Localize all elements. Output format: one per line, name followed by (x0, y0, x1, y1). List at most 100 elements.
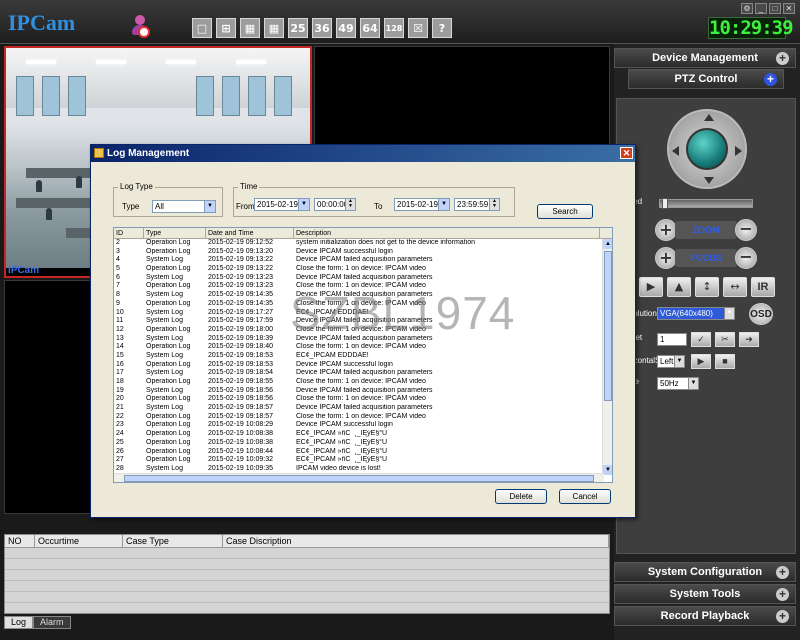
layout-64-button[interactable]: 64 (360, 18, 380, 38)
scroll-thumb[interactable] (604, 251, 612, 401)
record-playback-bar[interactable]: Record Playback + (614, 606, 796, 626)
table-row[interactable]: 24 Operation Log 2015-02-19 10:08:38 ÉĈ¢_IP… (114, 430, 612, 439)
table-row[interactable]: 25 Operation Log 2015-02-19 10:08:38 ÉĈ¢_IP… (114, 439, 612, 448)
preset-clear-icon[interactable]: ✂ (715, 332, 735, 347)
vertical-scrollbar[interactable]: ▲ ▼ (602, 239, 612, 475)
to-time-input[interactable]: 23:59:59 ▲ ▼ (454, 198, 500, 211)
layout-36-button[interactable]: 36 (312, 18, 332, 38)
table-row[interactable]: 14 Operation Log 2015-02-19 09:18:40 Close … (114, 343, 612, 352)
column-case-type[interactable]: Case Type (123, 535, 223, 547)
table-row[interactable]: 7 Operation Log 2015-02-19 09:13:23 Close t… (114, 282, 612, 291)
pan-up-icon[interactable] (704, 114, 714, 121)
table-row[interactable]: 19 System Log 2015-02-19 09:18:56 Device IP… (114, 387, 612, 396)
table-row[interactable]: 10 System Log 2015-02-19 09:17:27 ÉĈ¢_IPCAM… (114, 309, 612, 318)
table-row[interactable]: 22 Operation Log 2015-02-19 09:18:57 Close … (114, 413, 612, 422)
layout-9-button[interactable]: ▦ (240, 18, 260, 38)
ptz-center-button[interactable] (686, 128, 728, 170)
help-button[interactable]: ? (432, 18, 452, 38)
osd-button[interactable]: OSD (749, 303, 773, 325)
focus-in-button[interactable]: + (655, 247, 677, 269)
ptz-joystick[interactable] (667, 109, 747, 189)
flip-icon[interactable]: ▲ (667, 277, 691, 297)
search-button[interactable]: Search (537, 204, 593, 219)
expand-plus-icon[interactable]: + (776, 588, 789, 601)
collapse-plus-icon[interactable]: + (764, 73, 777, 86)
to-date-picker[interactable]: 2015-02-19 ▼ (394, 198, 450, 211)
spin-arrows-icon[interactable]: ▲ ▼ (345, 199, 355, 210)
table-row[interactable]: 15 System Log 2015-02-19 09:18:53 ÉĈ¢_IPCAM… (114, 352, 612, 361)
expand-plus-icon[interactable]: + (776, 566, 789, 579)
table-row[interactable]: 16 Operation Log 2015-02-19 09:18:53 Device… (114, 361, 612, 370)
speed-slider[interactable] (659, 198, 753, 209)
table-row[interactable]: 3 Operation Log 2015-02-19 09:13:20 Device … (114, 248, 612, 257)
table-row[interactable]: 8 System Log 2015-02-19 09:14:35 Device IPC… (114, 291, 612, 300)
preset-go-icon[interactable]: ➜ (739, 332, 759, 347)
table-row[interactable]: 4 System Log 2015-02-19 09:13:22 Device IPC… (114, 256, 612, 265)
expand-plus-icon[interactable]: + (776, 52, 789, 65)
mode-select[interactable]: 50Hz ▼ (657, 377, 699, 390)
layout-128-button[interactable]: 128 (384, 18, 404, 38)
cancel-button[interactable]: Cancel (559, 489, 611, 504)
device-management-bar[interactable]: Device Management + (614, 48, 796, 68)
user-logout-icon[interactable] (130, 15, 150, 38)
column-description[interactable]: Description (294, 228, 600, 238)
table-row[interactable]: 9 Operation Log 2015-02-19 09:14:35 Close t… (114, 300, 612, 309)
system-configuration-bar[interactable]: System Configuration + (614, 562, 796, 582)
expand-plus-icon[interactable]: + (776, 610, 789, 623)
minimize-icon[interactable]: _ (755, 3, 767, 14)
start-cruise-icon[interactable]: ▶ (691, 354, 711, 369)
column-no[interactable]: NO (5, 535, 35, 547)
maximize-icon[interactable]: □ (769, 3, 781, 14)
horizontal-scroll-thumb[interactable] (124, 475, 594, 482)
table-row[interactable]: 23 Operation Log 2015-02-19 10:08:29 Device… (114, 421, 612, 430)
close-icon[interactable]: ✕ (783, 3, 795, 14)
zoom-in-button[interactable]: + (655, 219, 677, 241)
table-row[interactable]: 18 Operation Log 2015-02-19 09:18:55 Close … (114, 378, 612, 387)
stop-cruise-icon[interactable]: ■ (715, 354, 735, 369)
column-case-discription[interactable]: Case Discription (223, 535, 609, 547)
resolution-select[interactable]: VGA(640x480) ▼ (657, 307, 735, 320)
table-row[interactable]: 26 Operation Log 2015-02-19 10:08:44 ÉĈ¢_IP… (114, 448, 612, 457)
ptz-control-bar[interactable]: PTZ Control + (628, 69, 784, 89)
delete-button[interactable]: Delete (495, 489, 547, 504)
layout-49-button[interactable]: 49 (336, 18, 356, 38)
spin-arrows-icon[interactable]: ▲ ▼ (489, 199, 499, 210)
table-row[interactable]: 12 Operation Log 2015-02-19 09:18:00 Close … (114, 326, 612, 335)
horizontal-scrollbar[interactable] (114, 473, 604, 482)
table-row[interactable]: 17 System Log 2015-02-19 09:18:54 Device IP… (114, 369, 612, 378)
table-row[interactable]: 11 System Log 2015-02-19 09:17:59 Device IP… (114, 317, 612, 326)
column-type[interactable]: Type (144, 228, 206, 238)
vertical-cruise-icon[interactable]: ↕ (695, 277, 719, 297)
table-row[interactable]: 21 System Log 2015-02-19 09:18:57 Device IP… (114, 404, 612, 413)
table-row[interactable]: 27 Operation Log 2015-02-19 10:09:32 ÉĈ¢_IP… (114, 456, 612, 465)
column-occurtime[interactable]: Occurtime (35, 535, 123, 547)
settings-window-icon[interactable]: ⚙ (741, 3, 753, 14)
from-time-input[interactable]: 00:00:00 ▲ ▼ (314, 198, 356, 211)
ir-button[interactable]: IR (751, 277, 775, 297)
table-row[interactable]: 20 Operation Log 2015-02-19 09:18:56 Close … (114, 395, 612, 404)
layout-25-button[interactable]: 25 (288, 18, 308, 38)
fullscreen-icon[interactable]: ☒ (408, 18, 428, 38)
scroll-up-icon[interactable]: ▲ (603, 239, 612, 249)
table-row[interactable]: 6 System Log 2015-02-19 09:13:23 Device IPC… (114, 274, 612, 283)
tab-log[interactable]: Log (4, 616, 34, 629)
layout-16-button[interactable]: ▦ (264, 18, 284, 38)
play-icon[interactable]: ▶ (639, 277, 663, 297)
system-tools-bar[interactable]: System Tools + (614, 584, 796, 604)
dialog-title-bar[interactable]: Log Management ✕ (91, 145, 635, 162)
speed-slider-thumb[interactable] (662, 198, 668, 209)
focus-out-button[interactable]: − (735, 247, 757, 269)
type-select[interactable]: All ▼ (152, 200, 216, 213)
preset-set-icon[interactable]: ✓ (691, 332, 711, 347)
tab-alarm[interactable]: Alarm (33, 616, 71, 629)
preset-input[interactable]: 1 (657, 333, 687, 346)
column-date-time[interactable]: Date and Time (206, 228, 294, 238)
zoom-out-button[interactable]: − (735, 219, 757, 241)
pan-down-icon[interactable] (704, 177, 714, 184)
layout-4-button[interactable]: ⊞ (216, 18, 236, 38)
scroll-down-icon[interactable]: ▼ (603, 465, 612, 475)
horizontal-cruise-icon[interactable]: ↔ (723, 277, 747, 297)
from-date-picker[interactable]: 2015-02-19 ▼ (254, 198, 310, 211)
layout-1-button[interactable]: □ (192, 18, 212, 38)
table-row[interactable]: 2 Operation Log 2015-02-19 09:12:52 system … (114, 239, 612, 248)
